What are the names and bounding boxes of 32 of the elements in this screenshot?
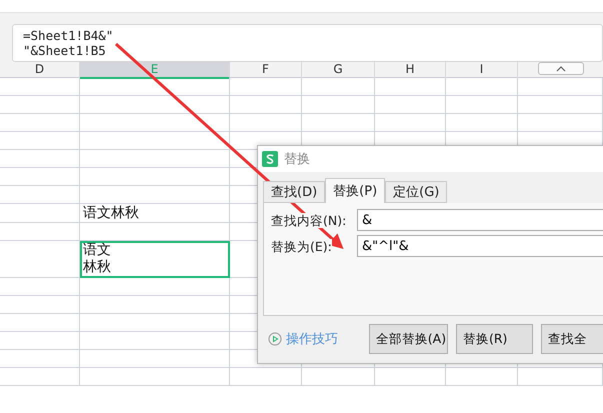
table-cell xyxy=(230,96,302,114)
table-cell xyxy=(375,96,446,114)
input-field[interactable]: &"^l"& xyxy=(357,235,603,257)
field-label: 替换为(E): xyxy=(271,239,332,254)
formula-field[interactable]: =Sheet1!B4&" "&Sheet1!B5 xyxy=(12,24,603,62)
column-header[interactable]: G xyxy=(302,62,375,79)
tab[interactable]: 定位(G) xyxy=(385,181,448,203)
column-header[interactable]: H xyxy=(375,62,446,79)
app-logo-icon xyxy=(262,151,278,167)
collapse-button[interactable] xyxy=(538,62,584,75)
dialog-button[interactable]: 替换(R) xyxy=(456,324,533,354)
table-cell xyxy=(446,368,518,386)
dialog-title: 替换 xyxy=(284,151,310,168)
caret-icon xyxy=(556,66,566,72)
table-cell xyxy=(446,96,518,114)
column-header[interactable]: F xyxy=(230,62,302,79)
table-cell: 语文 林秋 xyxy=(80,241,230,278)
field-label: 查找内容(N): xyxy=(271,213,346,228)
table-cell xyxy=(446,78,518,96)
table-cell xyxy=(230,78,302,96)
dialog-button[interactable]: 全部替换(A) xyxy=(368,324,448,354)
table-cell xyxy=(375,368,446,386)
table-cell xyxy=(230,368,302,386)
play-icon xyxy=(268,332,282,346)
tab[interactable]: 替换(P) xyxy=(325,178,386,203)
input-field[interactable]: & xyxy=(357,209,603,231)
table-cell xyxy=(230,114,302,132)
dialog-button[interactable]: 查找全 xyxy=(541,324,603,354)
table-cell: 语文林秋 xyxy=(80,204,230,223)
table-cell xyxy=(375,78,446,96)
tab[interactable]: 查找(D) xyxy=(263,181,326,203)
column-header[interactable]: I xyxy=(446,62,518,79)
